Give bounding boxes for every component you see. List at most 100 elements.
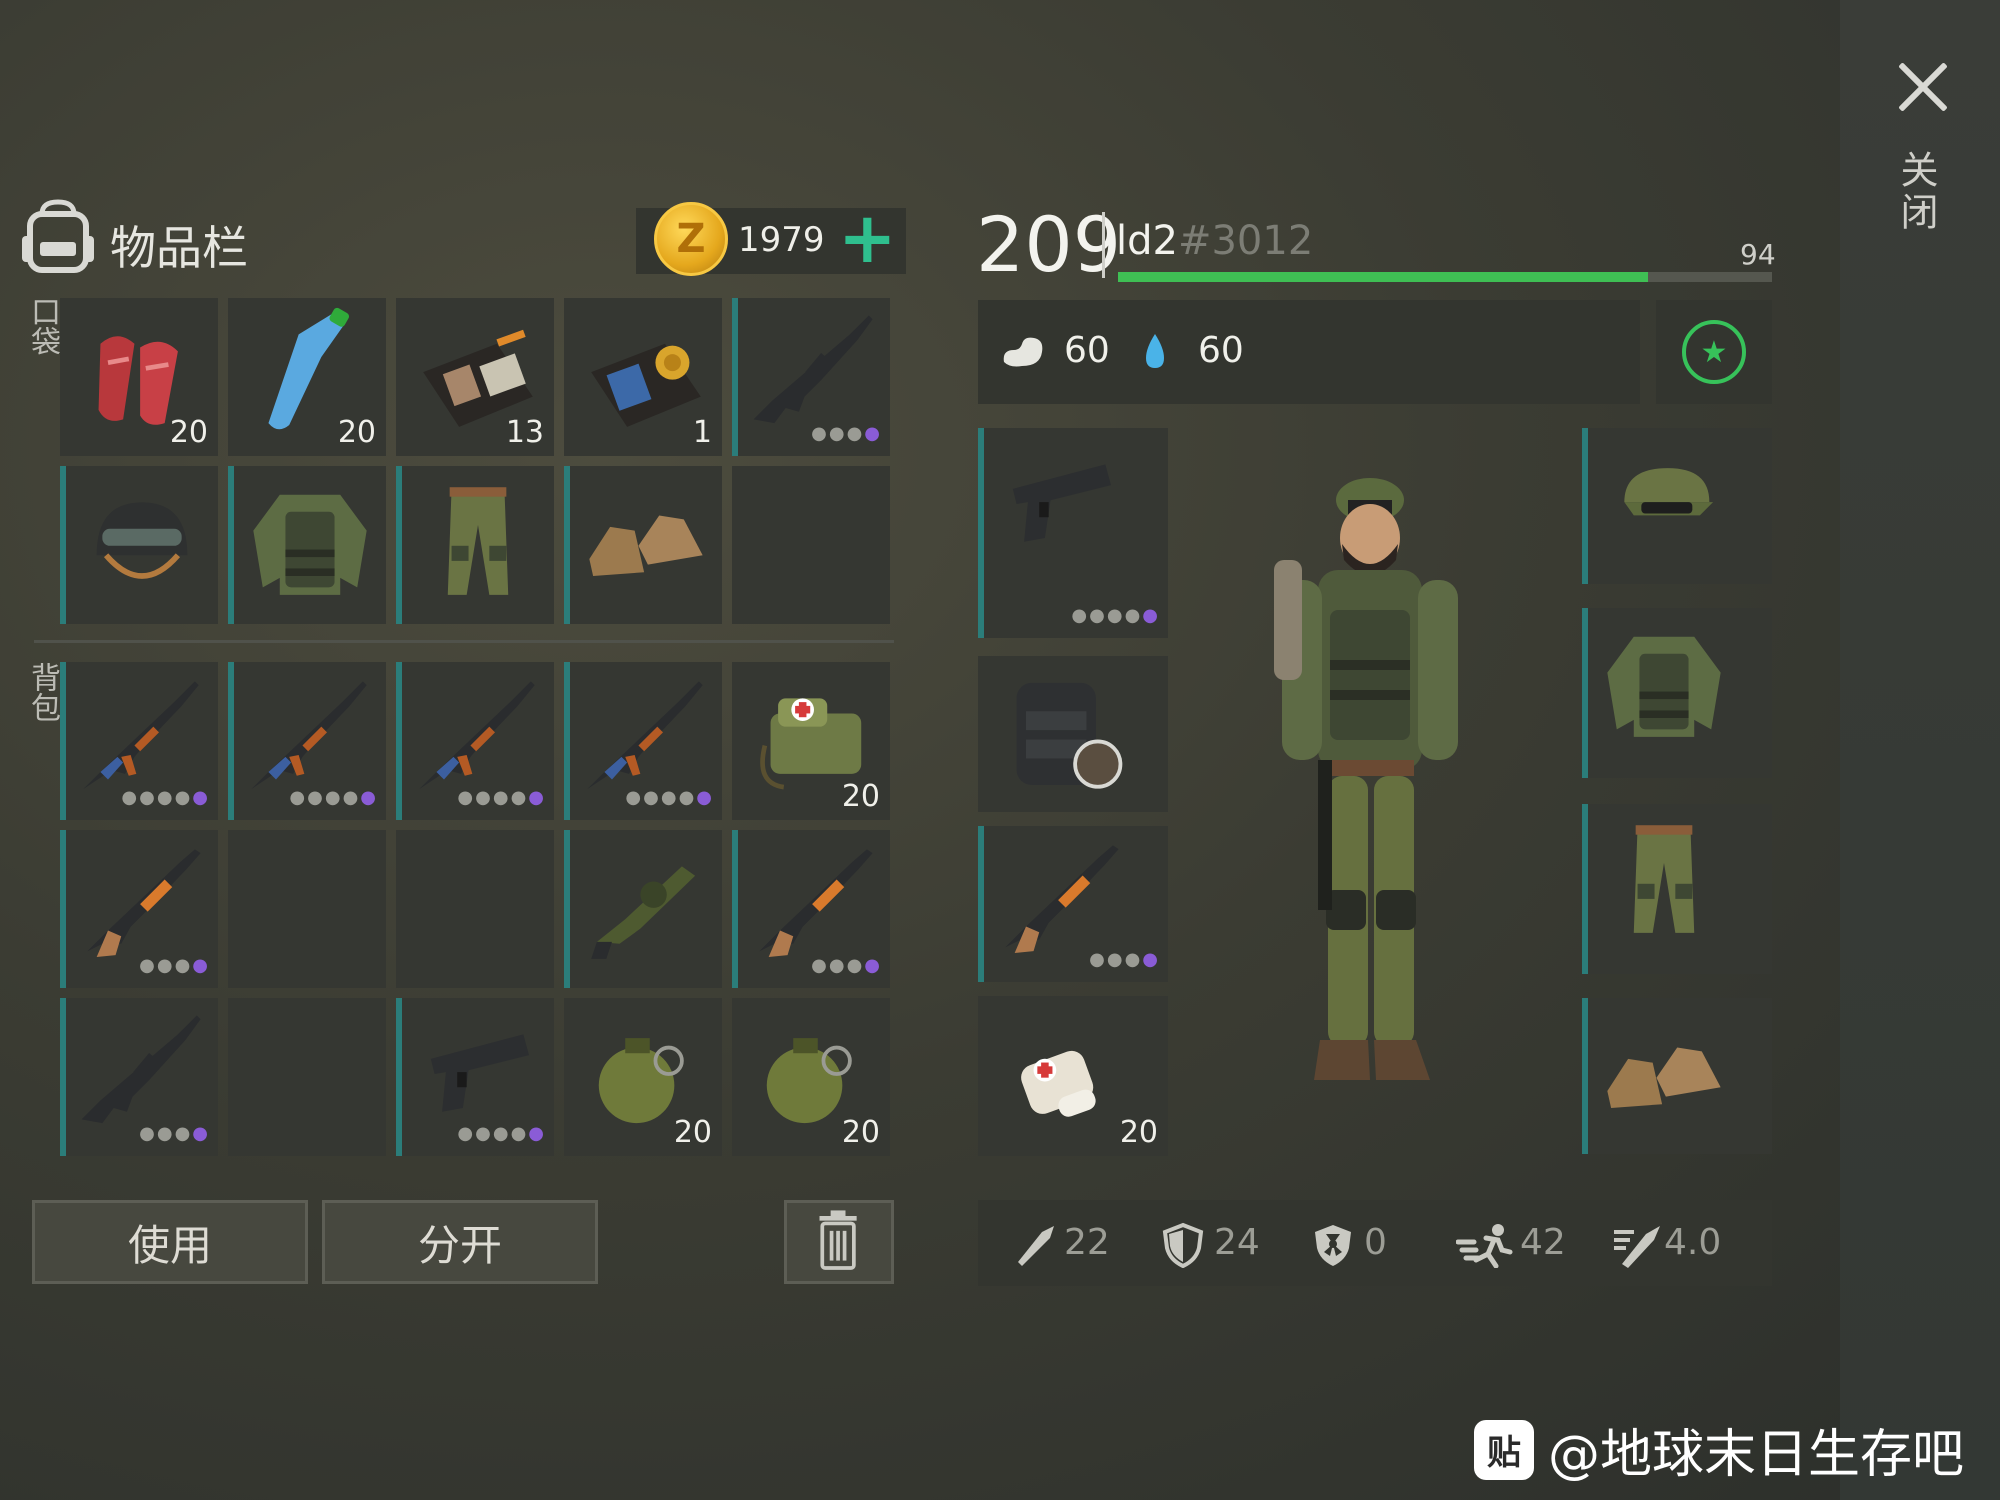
empty-slot[interactable] (228, 830, 386, 988)
xp-value: 94 (1740, 238, 1776, 271)
item-quality-dots: ●●●● (811, 955, 882, 976)
item-quantity: 20 (337, 415, 376, 450)
inventory-header: 物品栏 Z 1979 + (14, 190, 906, 280)
empty-slot[interactable] (228, 998, 386, 1156)
item-slot[interactable] (1582, 428, 1772, 584)
ak47-rifle-icon (419, 681, 535, 789)
trash-icon (819, 1210, 857, 1270)
item-slot[interactable]: 1 (564, 298, 722, 456)
item-quality-dots: ●●●●● (457, 1123, 546, 1144)
coin-icon: Z (654, 202, 728, 276)
military-boots-icon (1607, 1047, 1721, 1108)
attack-speed-icon (1614, 1226, 1660, 1268)
military-boots-icon (589, 515, 703, 576)
inventory-title: 物品栏 (110, 221, 248, 275)
pocket-label: 口袋 (25, 296, 60, 356)
item-slot[interactable] (1582, 804, 1772, 974)
item-slot[interactable]: 20 (60, 298, 218, 456)
item-quality-dots: ●●●● (139, 955, 210, 976)
item-quantity: 20 (1119, 1115, 1158, 1150)
close-label[interactable]: 关闭 (1889, 150, 1944, 234)
backpack-label: 背包 (25, 662, 60, 722)
item-quality-dots: ●●●●● (121, 787, 210, 808)
item-quality-dots: ●●●●● (289, 787, 378, 808)
grenade-launcher-icon (591, 866, 696, 959)
character-model (1274, 478, 1458, 1080)
camo-jacket-icon (253, 494, 367, 595)
player-name: ld2#3012 (1116, 218, 1313, 264)
item-slot[interactable] (60, 466, 218, 624)
item-slot[interactable] (564, 466, 722, 624)
item-slot[interactable]: 20 (564, 998, 722, 1156)
item-slot[interactable] (228, 466, 386, 624)
item-slot[interactable] (564, 830, 722, 988)
shotgun-icon (759, 849, 873, 957)
player-name-text: ld2 (1116, 218, 1178, 264)
item-quality-dots: ●●●● (139, 1123, 210, 1144)
speed-value: 42 (1520, 1222, 1566, 1263)
item-slot[interactable] (1582, 608, 1772, 778)
trash-button[interactable] (784, 1200, 894, 1284)
item-slot[interactable] (1582, 998, 1772, 1154)
empty-slot[interactable] (732, 466, 890, 624)
section-divider (34, 640, 894, 643)
item-slot[interactable]: ●●●●● (228, 662, 386, 820)
item-slot[interactable]: ●●●●● (60, 662, 218, 820)
camo-cap-icon (1624, 468, 1714, 516)
add-currency-button[interactable]: + (838, 198, 897, 278)
item-slot[interactable]: ●●●●● (396, 662, 554, 820)
stomach-icon (1003, 337, 1043, 367)
knife-icon (1018, 1226, 1054, 1266)
favorite-button[interactable]: ★ (1656, 300, 1772, 404)
use-button[interactable]: 使用 (32, 1200, 308, 1284)
item-quality-dots: ●●●●● (457, 787, 546, 808)
hunger-value: 60 (1064, 330, 1110, 371)
item-quantity: 20 (169, 415, 208, 450)
close-icon[interactable] (1896, 60, 1950, 114)
camo-pants-icon (1633, 825, 1695, 933)
item-slot[interactable]: ●●●●● (564, 662, 722, 820)
pistol-icon (1012, 464, 1111, 542)
defense-value: 24 (1214, 1222, 1260, 1263)
item-slot[interactable]: 20 (732, 998, 890, 1156)
item-slot[interactable]: 20 (732, 662, 890, 820)
item-slot[interactable]: 20 (978, 996, 1168, 1156)
item-slot[interactable] (396, 466, 554, 624)
ak47-rifle-icon (83, 681, 199, 789)
item-quantity: 13 (505, 415, 544, 450)
item-quantity: 1 (692, 415, 712, 450)
item-quality-dots: ●●●●● (1071, 605, 1160, 626)
item-quantity: 20 (673, 1115, 712, 1150)
shotgun-icon (87, 849, 201, 957)
shield-icon (1162, 1222, 1204, 1268)
split-button[interactable]: 分开 (322, 1200, 598, 1284)
item-slot[interactable]: 13 (396, 298, 554, 456)
item-quality-dots: ●●●●● (625, 787, 714, 808)
bandage-icon (1021, 1050, 1096, 1117)
watermark-text: @地球末日生存吧 (1548, 1425, 1965, 1485)
ak47-rifle-icon (251, 681, 367, 789)
item-slot[interactable]: ●●●● (60, 998, 218, 1156)
currency-value: 1979 (738, 220, 825, 260)
empty-slot[interactable] (396, 830, 554, 988)
item-quality-dots: ●●●● (1089, 949, 1160, 970)
level-separator (1102, 212, 1105, 278)
water-drop-icon (1146, 334, 1164, 368)
item-slot[interactable]: ●●●●● (978, 428, 1168, 638)
ak47-rifle-icon (587, 681, 703, 789)
player-tag: #3012 (1177, 218, 1314, 264)
player-level: 209 (976, 200, 1122, 289)
item-slot[interactable]: ●●●● (978, 826, 1168, 982)
item-slot[interactable]: ●●●● (732, 298, 890, 456)
item-slot[interactable] (978, 656, 1168, 812)
item-slot[interactable]: ●●●● (60, 830, 218, 988)
running-icon (1456, 1224, 1513, 1268)
item-slot[interactable]: ●●●●● (396, 998, 554, 1156)
item-quantity: 20 (841, 779, 880, 814)
backpack-icon (22, 199, 94, 273)
xp-bar (1118, 272, 1772, 282)
watermark: 贴 @地球末日生存吧 (1474, 1412, 1964, 1487)
item-quantity: 20 (841, 1115, 880, 1150)
item-slot[interactable]: ●●●● (732, 830, 890, 988)
item-slot[interactable]: 20 (228, 298, 386, 456)
